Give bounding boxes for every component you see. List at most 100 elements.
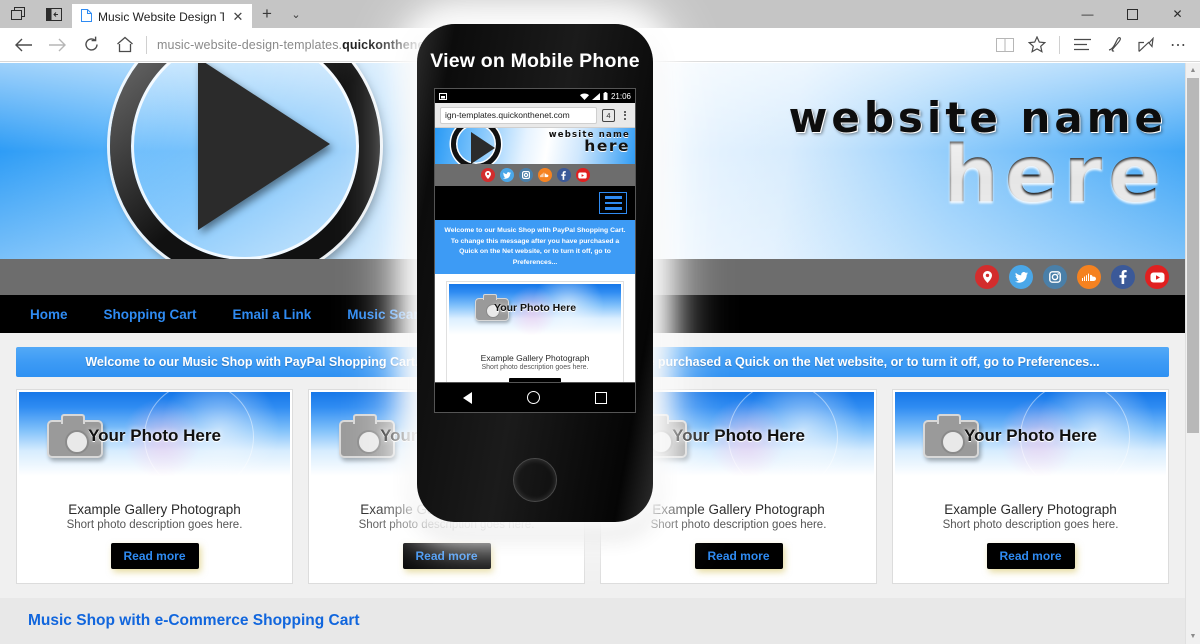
mobile-welcome-banner: Welcome to our Music Shop with PayPal Sh…: [435, 220, 635, 275]
android-status-bar: 21:06: [435, 89, 635, 103]
mobile-gallery-photo: Your Photo Here: [449, 284, 621, 336]
soundcloud-icon[interactable]: [1077, 265, 1101, 289]
scroll-up-arrow[interactable]: ▲: [1186, 63, 1200, 78]
favorites-star-icon[interactable]: [1021, 28, 1053, 62]
close-button[interactable]: ✕: [1155, 0, 1200, 28]
android-home-icon[interactable]: [526, 391, 540, 404]
maximize-button[interactable]: [1110, 0, 1155, 28]
instagram-icon[interactable]: [518, 168, 533, 182]
mobile-gallery-card[interactable]: Your Photo Here Example Gallery Photogra…: [446, 281, 624, 382]
battery-icon: [603, 92, 608, 100]
home-button[interactable]: [108, 28, 142, 62]
gallery-card-desc: Short photo description goes here.: [942, 519, 1119, 531]
gallery-photo: Your Photo Here: [19, 392, 290, 476]
footer-heading: Music Shop with e-Commerce Shopping Cart: [28, 612, 360, 629]
kebab-menu-icon[interactable]: [620, 110, 630, 120]
mobile-address-bar[interactable]: ign-templates.quickonthenet.com: [440, 106, 597, 124]
scrollbar-thumb[interactable]: [1187, 78, 1199, 433]
location-icon[interactable]: [480, 168, 495, 182]
nav-link-shopping-cart[interactable]: Shopping Cart: [104, 307, 197, 322]
new-tab-button[interactable]: +: [252, 0, 282, 28]
youtube-icon[interactable]: [575, 168, 590, 182]
gallery-photo: Your Photo Here: [895, 392, 1166, 476]
nav-link-email-a-link[interactable]: Email a Link: [233, 307, 312, 322]
screenshot-icon: [439, 92, 447, 100]
site-name-heading: website name here: [789, 97, 1167, 214]
read-more-button[interactable]: Read more: [402, 543, 491, 569]
read-more-button[interactable]: Read more: [986, 543, 1075, 569]
photo-placeholder-label: Your Photo Here: [964, 426, 1097, 445]
mobile-browser-bar: ign-templates.quickonthenet.com 4: [435, 103, 635, 128]
browser-tab[interactable]: Music Website Design T ✕: [72, 4, 252, 30]
toolbar-divider: [146, 35, 147, 54]
twitter-icon[interactable]: [1009, 265, 1033, 289]
refresh-button[interactable]: [74, 28, 108, 62]
mobile-play-logo: [451, 128, 501, 164]
tab-title: Music Website Design T: [98, 10, 224, 24]
tab-close-icon[interactable]: ✕: [230, 9, 246, 25]
status-time: 21:06: [610, 91, 631, 101]
window-controls: — ✕: [1065, 0, 1200, 28]
scroll-down-arrow[interactable]: ▼: [1186, 629, 1200, 644]
instagram-icon[interactable]: [1043, 265, 1067, 289]
phone-home-button[interactable]: [513, 458, 557, 502]
hamburger-menu-icon[interactable]: [599, 192, 627, 214]
minimize-button[interactable]: —: [1065, 0, 1110, 28]
page-icon: [81, 9, 92, 25]
footer-section: Music Shop with e-Commerce Shopping Cart…: [0, 598, 1185, 644]
signal-icon: [591, 92, 600, 100]
toolbar-right-icons: ⋯: [989, 28, 1194, 62]
gallery-card-desc: Short photo description goes here.: [650, 519, 827, 531]
youtube-icon[interactable]: [1145, 265, 1169, 289]
back-button[interactable]: [6, 28, 40, 62]
vertical-scrollbar[interactable]: ▲ ▼: [1185, 63, 1200, 644]
gallery-card-desc: Short photo description goes here.: [66, 519, 243, 531]
mobile-site-name: website name here: [549, 131, 630, 154]
twitter-icon[interactable]: [499, 168, 514, 182]
pen-notes-icon[interactable]: [1098, 28, 1130, 62]
location-icon[interactable]: [975, 265, 999, 289]
forward-button[interactable]: [40, 28, 74, 62]
chevron-down-icon[interactable]: ⌄: [282, 0, 310, 28]
read-more-button[interactable]: Read more: [694, 543, 783, 569]
gallery-card-title: Example Gallery Photograph: [944, 502, 1117, 517]
wifi-icon: [579, 93, 589, 100]
mobile-card-wrapper: Your Photo Here Example Gallery Photogra…: [435, 274, 635, 382]
phone-screen: 21:06 ign-templates.quickonthenet.com 4 …: [434, 88, 636, 383]
status-right: 21:06: [579, 91, 631, 101]
mobile-phone-mockup: View on Mobile Phone 21:06 ign-templates…: [417, 24, 653, 522]
gallery-card[interactable]: Your Photo Here Example Gallery Photogra…: [16, 389, 293, 584]
status-left: [439, 92, 447, 100]
titlebar-left-icons: [0, 0, 72, 28]
set-aside-tabs-icon[interactable]: [36, 0, 72, 28]
photo-placeholder-label: Your Photo Here: [88, 426, 221, 445]
android-recents-icon[interactable]: [595, 391, 608, 404]
android-back-icon[interactable]: [462, 391, 472, 404]
read-more-button[interactable]: Read more: [110, 543, 199, 569]
browser-window: Music Website Design T ✕ + ⌄ — ✕ music-w…: [0, 0, 1200, 644]
mobile-social-bar: [435, 164, 635, 186]
reading-view-icon[interactable]: [989, 28, 1021, 62]
phone-title: View on Mobile Phone: [430, 50, 640, 72]
toolbar-divider-2: [1059, 35, 1060, 54]
soundcloud-icon[interactable]: [537, 168, 552, 182]
tab-preview-icon[interactable]: [0, 0, 36, 28]
more-settings-icon[interactable]: ⋯: [1162, 28, 1194, 62]
facebook-icon[interactable]: [556, 168, 571, 182]
gallery-card-title: Example Gallery Photograph: [68, 502, 241, 517]
mobile-tab-count[interactable]: 4: [602, 108, 615, 122]
mobile-site-name-line2: here: [584, 137, 630, 156]
facebook-icon[interactable]: [1111, 265, 1135, 289]
mobile-hero-banner: website name here: [435, 128, 635, 164]
hub-icon[interactable]: [1066, 28, 1098, 62]
android-nav-bar: [434, 383, 636, 413]
play-button-logo: [110, 63, 380, 259]
nav-link-home[interactable]: Home: [30, 307, 68, 322]
url-prefix: music-website-design-templates.: [157, 37, 343, 52]
mobile-photo-placeholder-label: Your Photo Here: [493, 302, 577, 315]
gallery-card[interactable]: Your Photo Here Example Gallery Photogra…: [892, 389, 1169, 584]
mobile-card-title: Example Gallery Photograph: [480, 353, 590, 364]
share-icon[interactable]: [1130, 28, 1162, 62]
mobile-navbar: [435, 186, 635, 220]
site-name-line2: here: [789, 136, 1167, 214]
